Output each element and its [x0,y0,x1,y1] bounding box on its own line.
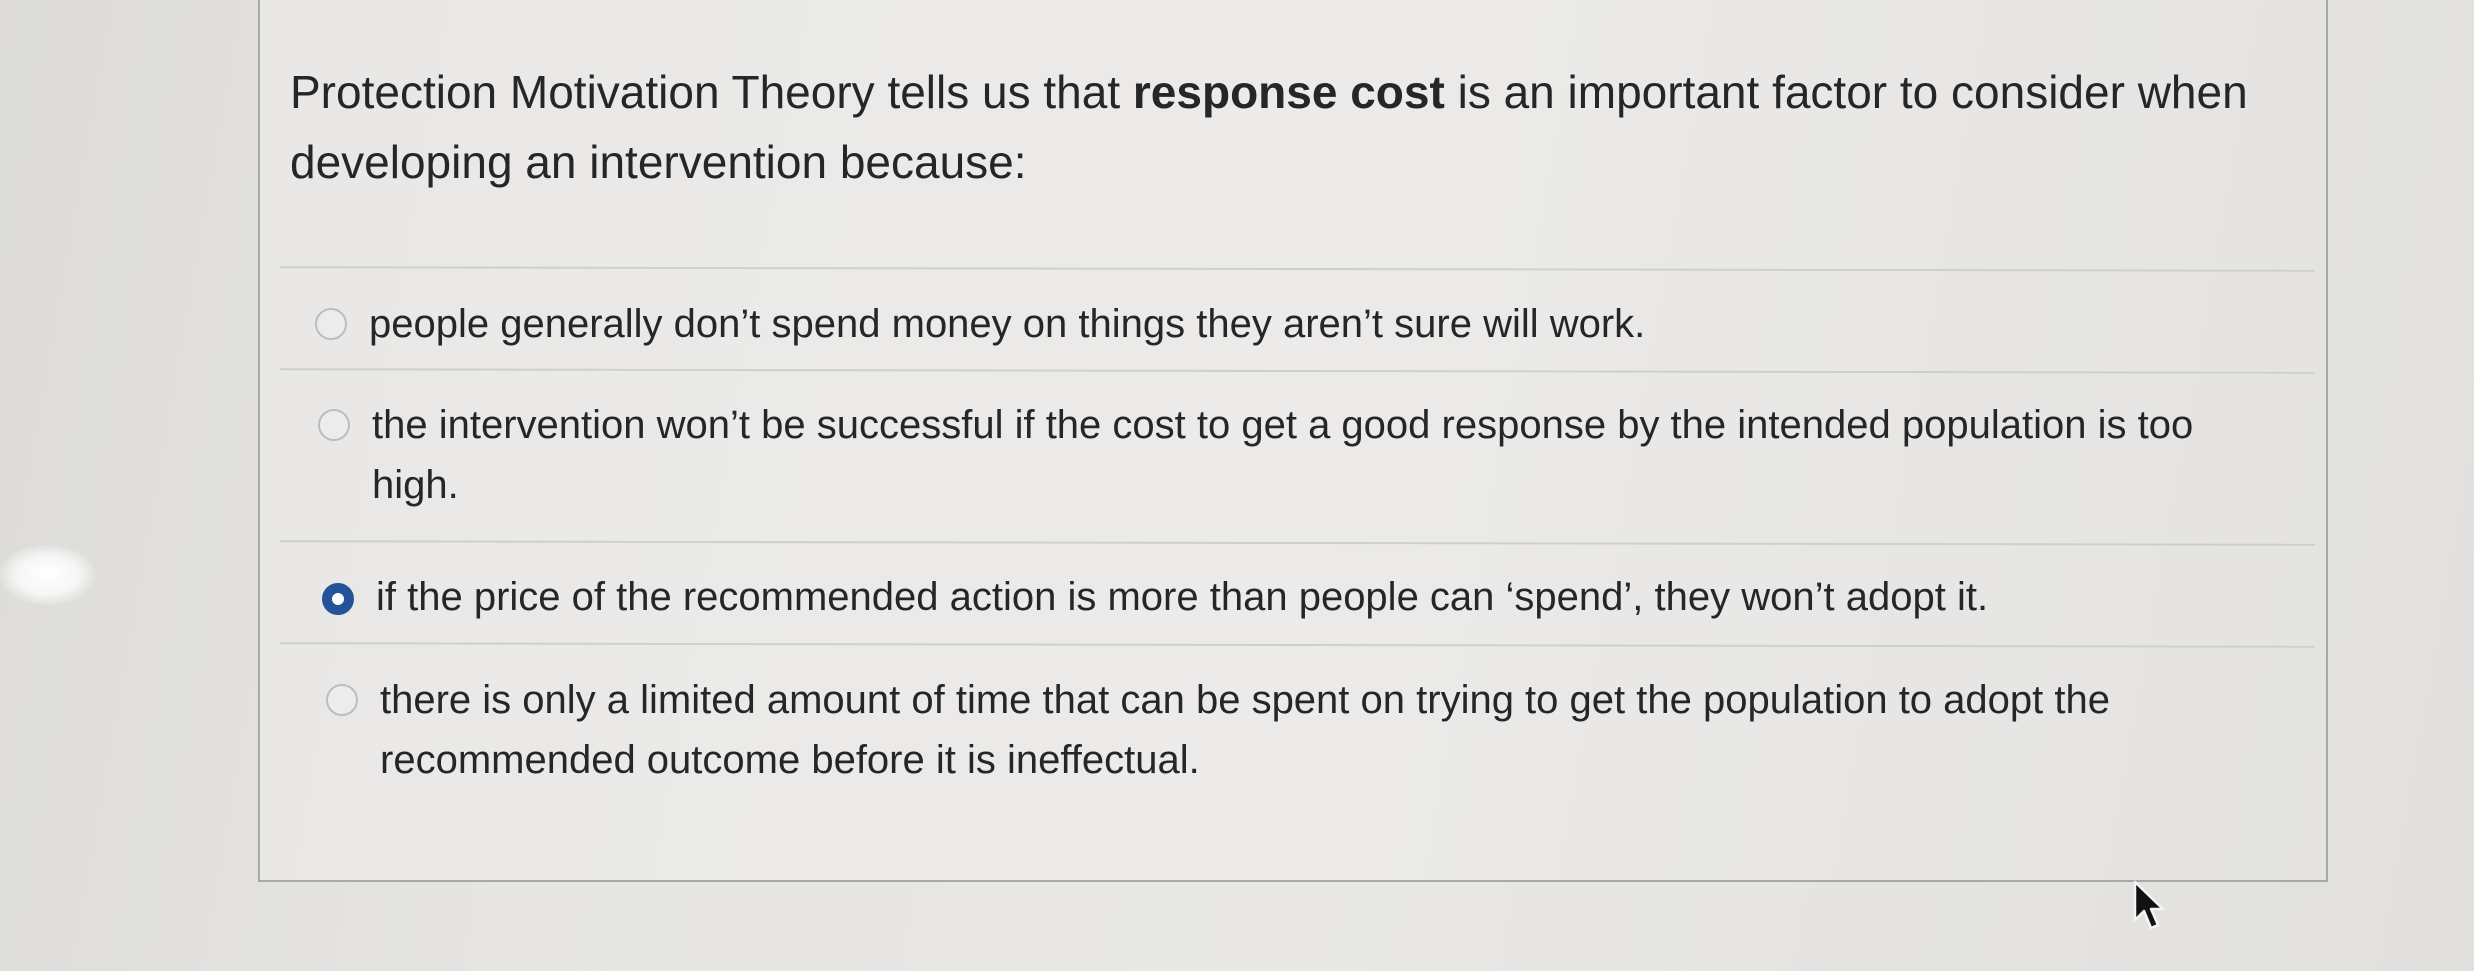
divider [279,642,2316,648]
question-text: Protection Motivation Theory tells us th… [290,57,2290,197]
answer-option-2[interactable]: the intervention won’t be successful if … [318,395,2278,515]
question-card: Protection Motivation Theory tells us th… [258,0,2328,882]
radio-button-2[interactable] [318,409,350,441]
radio-button-3-selected[interactable] [322,583,354,615]
radio-button-4[interactable] [326,684,358,716]
divider [279,266,2316,272]
radio-button-1[interactable] [315,308,347,340]
answer-option-2-label: the intervention won’t be successful if … [372,403,2194,507]
answer-option-1-label: people generally don’t spend money on th… [369,302,1646,346]
screen-glare [0,545,95,605]
divider [279,540,2316,546]
divider [279,368,2316,374]
answer-option-1[interactable]: people generally don’t spend money on th… [315,294,2265,354]
mouse-pointer-icon [2133,880,2165,930]
question-prefix: Protection Motivation Theory tells us th… [290,66,1121,118]
question-emphasis: response cost [1132,66,1445,118]
answer-option-4-label: there is only a limited amount of time t… [380,678,2110,782]
answer-option-3[interactable]: if the price of the recommended action i… [322,567,2282,627]
answer-option-3-label: if the price of the recommended action i… [376,575,1989,619]
answer-option-4[interactable]: there is only a limited amount of time t… [326,670,2286,790]
